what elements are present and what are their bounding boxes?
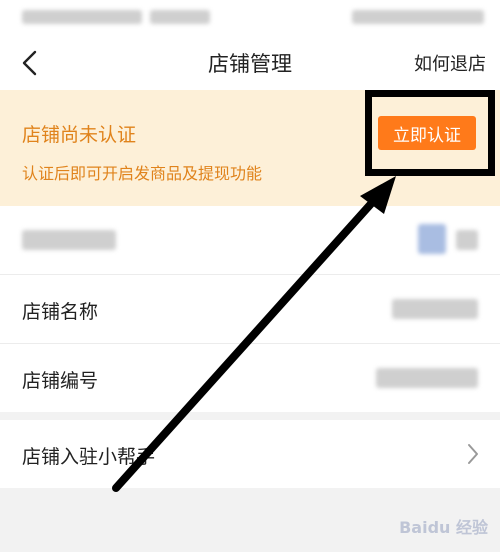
list-item-store-number[interactable]: 店铺编号 xyxy=(0,344,500,413)
blurred-avatar xyxy=(418,224,446,254)
banner-title: 店铺尚未认证 xyxy=(22,124,137,146)
store-name-label: 店铺名称 xyxy=(22,301,99,323)
list-item-store-helper[interactable]: 店铺入驻小帮手 xyxy=(0,420,500,488)
store-info-list: 店铺名称 店铺编号 xyxy=(0,206,500,413)
blurred-label xyxy=(22,230,116,250)
watermark: Baidu 经验 xyxy=(399,518,488,537)
store-name-value-blurred xyxy=(392,299,478,319)
list-item-blurred xyxy=(0,206,500,275)
status-bar xyxy=(0,0,500,34)
banner-subtitle: 认证后即可开启发商品及提现功能 xyxy=(22,164,263,183)
navigation-bar: 店铺管理 如何退店 xyxy=(0,34,500,90)
highlight-annotation-box xyxy=(365,90,495,176)
section-divider xyxy=(0,412,500,420)
how-to-close-store-link[interactable]: 如何退店 xyxy=(414,50,486,76)
chevron-right-icon xyxy=(468,444,478,464)
status-bar-right-blurred xyxy=(352,10,484,24)
store-number-value-blurred xyxy=(376,368,478,388)
status-bar-center-blurred xyxy=(150,10,210,24)
status-bar-left-blurred xyxy=(22,10,142,24)
store-helper-label: 店铺入驻小帮手 xyxy=(22,446,156,468)
store-number-label: 店铺编号 xyxy=(22,370,99,392)
list-item-store-name[interactable]: 店铺名称 xyxy=(0,275,500,344)
blurred-value xyxy=(456,230,478,250)
